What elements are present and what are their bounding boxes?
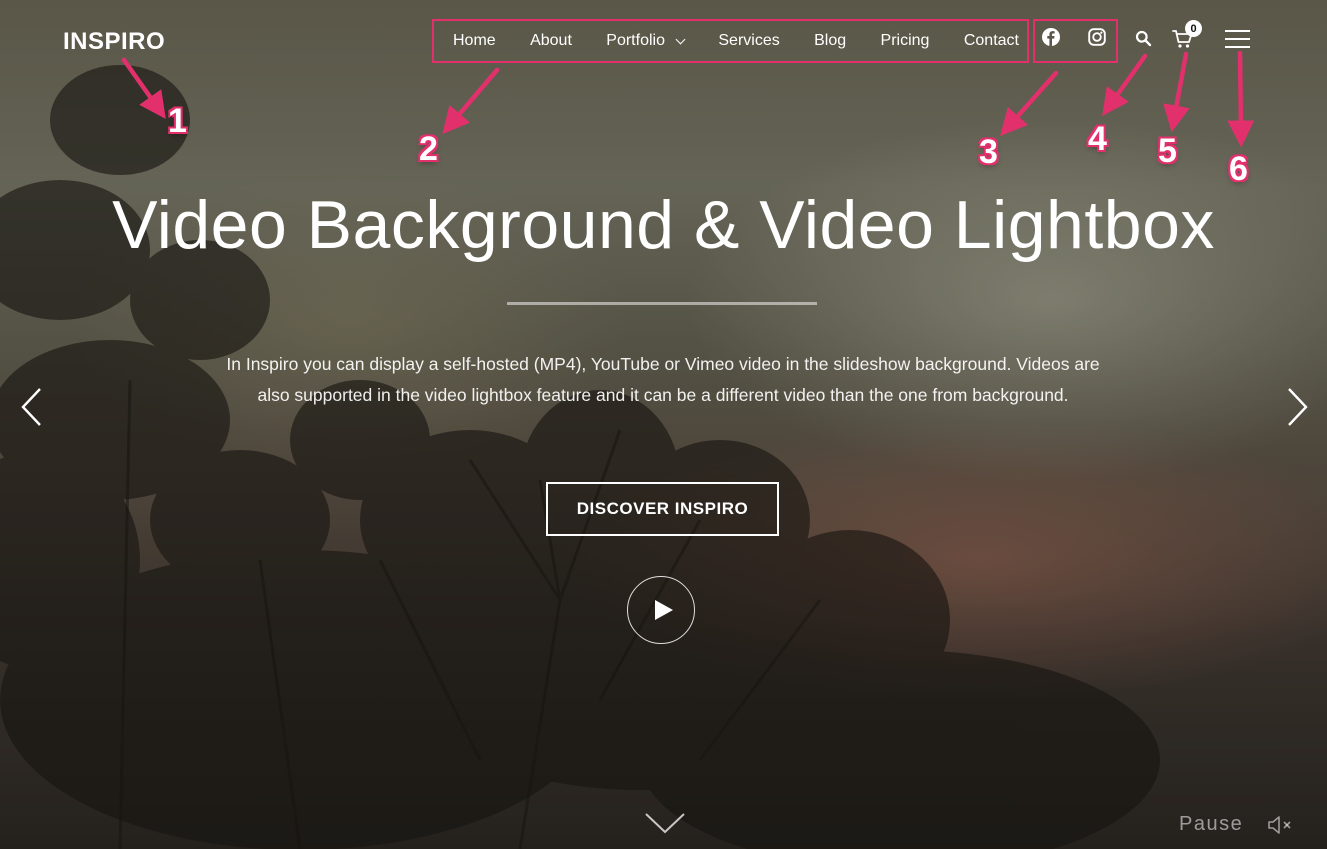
nav-item-portfolio[interactable]: Portfolio [606, 32, 686, 50]
instagram-icon[interactable] [1088, 28, 1106, 46]
mute-speaker-icon[interactable] [1267, 815, 1295, 835]
discover-inspiro-button[interactable]: DISCOVER INSPIRO [546, 482, 779, 536]
hero-section: INSPIRO Home About Portfolio Services Bl… [0, 0, 1327, 849]
nav-item-blog[interactable]: Blog [814, 32, 846, 50]
facebook-icon[interactable] [1042, 28, 1060, 46]
next-slide-arrow-icon[interactable] [1285, 387, 1309, 427]
hero-title: Video Background & Video Lightbox [112, 187, 1215, 263]
callout-1: 1 [167, 102, 188, 140]
callout-4: 4 [1087, 120, 1108, 158]
nav-item-portfolio-label: Portfolio [606, 32, 665, 49]
callout-2: 2 [418, 130, 439, 168]
hamburger-menu-icon[interactable] [1225, 29, 1250, 48]
main-navigation: Home About Portfolio Services Blog Prici… [432, 19, 1029, 63]
callout-3: 3 [978, 133, 999, 171]
nav-item-pricing[interactable]: Pricing [881, 32, 930, 50]
cart-count-badge: 0 [1185, 20, 1202, 37]
nav-item-home[interactable]: Home [453, 32, 496, 50]
background-overlay [0, 0, 1327, 849]
callout-6: 6 [1228, 150, 1249, 188]
video-pause-button[interactable]: Pause [1179, 813, 1243, 836]
chevron-down-icon [675, 34, 686, 44]
site-logo[interactable]: INSPIRO [63, 28, 165, 56]
previous-slide-arrow-icon[interactable] [20, 387, 44, 427]
search-icon[interactable] [1135, 30, 1152, 47]
nav-item-about[interactable]: About [530, 32, 572, 50]
scroll-down-chevron-icon[interactable] [644, 811, 686, 835]
video-lightbox-play-button[interactable] [627, 576, 695, 644]
hero-description: In Inspiro you can display a self-hosted… [226, 354, 1100, 405]
nav-item-services[interactable]: Services [718, 32, 779, 50]
play-icon [655, 600, 673, 620]
nav-item-contact[interactable]: Contact [964, 32, 1019, 50]
hero-divider [507, 302, 817, 305]
callout-5: 5 [1157, 132, 1178, 170]
